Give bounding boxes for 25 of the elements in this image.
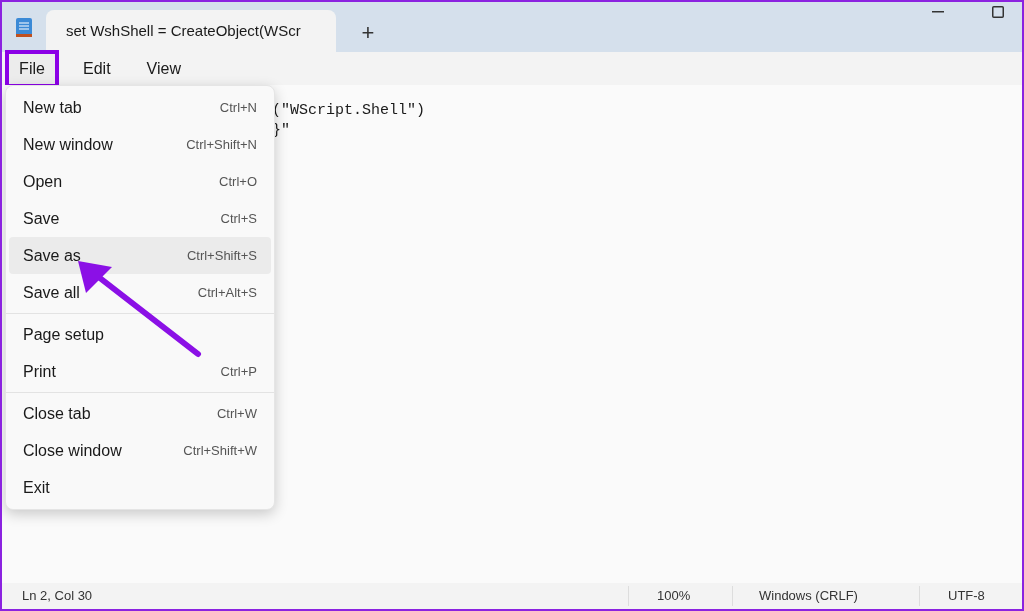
- menu-option[interactable]: Save all Ctrl+Alt+S: [9, 274, 271, 311]
- menu-option[interactable]: New window Ctrl+Shift+N: [9, 126, 271, 163]
- menu-option[interactable]: Page setup: [9, 316, 271, 353]
- notepad-icon: [15, 16, 33, 38]
- menu-option[interactable]: Exit: [9, 469, 271, 506]
- menu-item[interactable]: View: [134, 49, 193, 88]
- menu-option[interactable]: Save as Ctrl+Shift+S: [9, 237, 271, 274]
- minimize-icon[interactable]: [932, 11, 944, 13]
- new-tab-button[interactable]: +: [352, 16, 384, 44]
- menu-item[interactable]: Edit: [71, 49, 123, 88]
- menu-option[interactable]: Close tab Ctrl+W: [9, 395, 271, 432]
- tab-title: set WshShell = CreateObject(WScr: [66, 20, 301, 41]
- menu-option[interactable]: Close window Ctrl+Shift+W: [9, 432, 271, 469]
- editor-tab[interactable]: set WshShell = CreateObject(WScr: [46, 10, 336, 52]
- menu-option[interactable]: Print Ctrl+P: [9, 353, 271, 390]
- menu-option[interactable]: Open Ctrl+O: [9, 163, 271, 200]
- code-line: ("WScript.Shell"): [272, 101, 426, 121]
- maximize-icon[interactable]: [992, 6, 1004, 18]
- menu-option[interactable]: New tab Ctrl+N: [9, 89, 271, 126]
- menu-item[interactable]: File: [5, 49, 59, 88]
- encoding: UTF-8: [919, 586, 985, 606]
- menu-option[interactable]: Save Ctrl+S: [9, 200, 271, 237]
- cursor-position: Ln 2, Col 30: [21, 587, 94, 606]
- zoom-level: 100%: [628, 586, 732, 606]
- line-ending: Windows (CRLF): [732, 586, 919, 606]
